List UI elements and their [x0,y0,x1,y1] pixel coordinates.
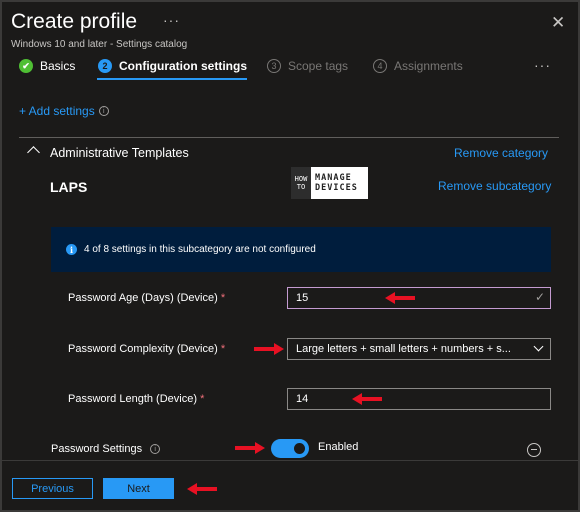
add-settings-label: + Add settings [19,104,95,118]
required-marker: * [200,393,205,405]
divider [19,137,559,138]
check-icon: ✓ [534,290,545,304]
wizard-steps: ✔ Basics 2 Configuration settings 3 Scop… [0,57,580,80]
step-number: 4 [373,59,387,73]
annotation-arrow-icon [254,343,284,355]
annotation-arrow-icon [235,442,265,454]
page-title: Create profile [11,10,138,33]
info-icon: i [66,244,77,255]
logo-manage-devices: MANAGE DEVICES [311,173,358,193]
password-complexity-label: Password Complexity (Device) * [68,343,225,355]
category-title: Administrative Templates [50,146,189,160]
step-scope-tags[interactable]: 3 Scope tags [267,59,348,73]
banner-text: 4 of 8 settings in this subcategory are … [84,244,316,255]
select-value: Large letters + small letters + numbers … [296,343,511,355]
password-length-label: Password Length (Device) * [68,393,204,405]
steps-more-icon[interactable]: ··· [534,57,551,73]
info-banner: i 4 of 8 settings in this subcategory ar… [51,227,551,272]
password-complexity-select[interactable]: Large letters + small letters + numbers … [287,338,551,360]
previous-button[interactable]: Previous [12,478,93,499]
remove-subcategory-link[interactable]: Remove subcategory [438,179,551,193]
check-icon: ✔ [19,59,33,73]
toggle-knob [294,443,305,454]
next-button[interactable]: Next [103,478,174,499]
more-options-icon[interactable]: ··· [163,12,180,28]
step-label: Basics [40,59,76,73]
input-value: 14 [296,393,309,405]
close-icon[interactable]: ✕ [551,13,565,33]
how-to-manage-devices-logo: HOW TO MANAGE DEVICES [291,167,368,199]
step-basics[interactable]: ✔ Basics [19,59,75,73]
step-number: 3 [267,59,281,73]
label-text: Password Age (Days) (Device) [68,292,218,304]
page-subtitle: Windows 10 and later - Settings catalog [11,39,188,50]
step-assignments[interactable]: 4 Assignments [373,59,463,73]
password-length-input[interactable]: 14 [287,388,551,410]
remove-setting-icon[interactable] [527,443,541,457]
annotation-arrow-icon [385,292,415,304]
annotation-arrow-icon [352,393,382,405]
step-configuration-settings[interactable]: 2 Configuration settings [98,59,247,73]
logo-text: TO [296,183,306,191]
logo-text: DEVICES [315,183,358,193]
add-settings-link[interactable]: + Add settings i [19,104,109,118]
password-settings-label: Password Settings i [51,443,161,455]
password-age-input[interactable]: 15 ✓ [287,287,551,309]
step-label: Configuration settings [119,59,247,73]
step-label: Scope tags [288,59,349,73]
logo-how-to: HOW TO [291,167,311,199]
label-text: Password Settings [51,443,143,455]
required-marker: * [220,292,226,304]
toggle-label: Enabled [318,441,359,453]
password-age-label: Password Age (Days) (Device) * [68,292,225,304]
annotation-arrow-icon [187,483,217,495]
step-label: Assignments [394,59,463,73]
label-text: Password Complexity (Device) [68,343,218,355]
info-icon[interactable]: i [150,444,161,454]
password-settings-toggle[interactable] [271,439,309,458]
label-text: Password Length (Device) [68,393,198,405]
required-marker: * [220,343,226,355]
logo-text: HOW [294,175,308,183]
logo-text: MANAGE [315,173,352,183]
info-icon[interactable]: i [98,106,109,116]
chevron-down-icon [533,341,544,352]
input-value: 15 [296,292,309,304]
step-number: 2 [98,59,112,73]
subcategory-title: LAPS [50,179,88,195]
remove-category-link[interactable]: Remove category [454,146,548,160]
current-step-underline [97,78,247,80]
